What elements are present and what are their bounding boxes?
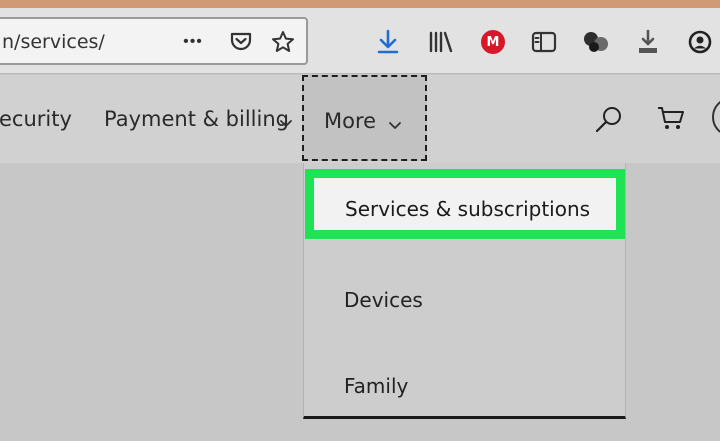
- star-icon: [272, 31, 294, 52]
- download-icon: [377, 29, 399, 54]
- pocket-icon: [230, 32, 252, 51]
- cart-button[interactable]: [654, 101, 688, 135]
- bookmark-star-button[interactable]: [268, 27, 298, 57]
- save-icon: [639, 29, 657, 53]
- downloads-button[interactable]: [372, 26, 404, 58]
- account-avatar-button[interactable]: [712, 97, 720, 137]
- chevron-down-icon: [280, 120, 292, 127]
- account-button[interactable]: [684, 26, 716, 58]
- sidebar-button[interactable]: [528, 26, 560, 58]
- menu-item-services-subscriptions[interactable]: Services & subscriptions: [305, 169, 625, 239]
- pocket-button[interactable]: [226, 27, 256, 57]
- save-page-button[interactable]: [632, 26, 664, 58]
- menu-item-label: Family: [344, 374, 409, 398]
- library-button[interactable]: [424, 26, 458, 58]
- mega-extension-button[interactable]: M: [477, 26, 509, 58]
- browser-toolbar: n/services/ ••• M: [0, 8, 720, 74]
- account-icon: [688, 30, 712, 54]
- menu-item-devices[interactable]: Devices: [304, 260, 625, 336]
- menu-item-family[interactable]: Family: [304, 346, 625, 422]
- window-frame-edge: [0, 0, 720, 8]
- page-actions-button[interactable]: •••: [178, 29, 208, 55]
- extension-circles-button[interactable]: [580, 26, 612, 58]
- search-button[interactable]: [592, 103, 626, 137]
- more-label: More: [324, 109, 377, 133]
- chevron-down-icon: [389, 122, 401, 129]
- site-navigation: ecurity Payment & billing More: [0, 75, 720, 163]
- mega-icon: M: [481, 30, 505, 54]
- menu-item-label: Devices: [344, 288, 423, 312]
- extension-icon: [584, 32, 608, 52]
- library-icon: [429, 31, 453, 53]
- mega-letter: M: [486, 34, 500, 50]
- sidebar-icon: [531, 31, 557, 53]
- nav-item-payment-billing[interactable]: Payment & billing: [104, 107, 289, 131]
- address-bar[interactable]: n/services/ •••: [0, 17, 308, 65]
- search-icon: [595, 107, 621, 133]
- url-text: n/services/: [2, 31, 105, 53]
- menu-item-label: Services & subscriptions: [345, 197, 591, 221]
- more-dropdown-menu: Services & subscriptions Devices Family: [303, 163, 626, 419]
- more-menu-button[interactable]: More: [302, 75, 427, 161]
- nav-item-security[interactable]: ecurity: [0, 107, 72, 131]
- cart-icon: [658, 107, 684, 129]
- more-dots-icon: •••: [183, 33, 203, 50]
